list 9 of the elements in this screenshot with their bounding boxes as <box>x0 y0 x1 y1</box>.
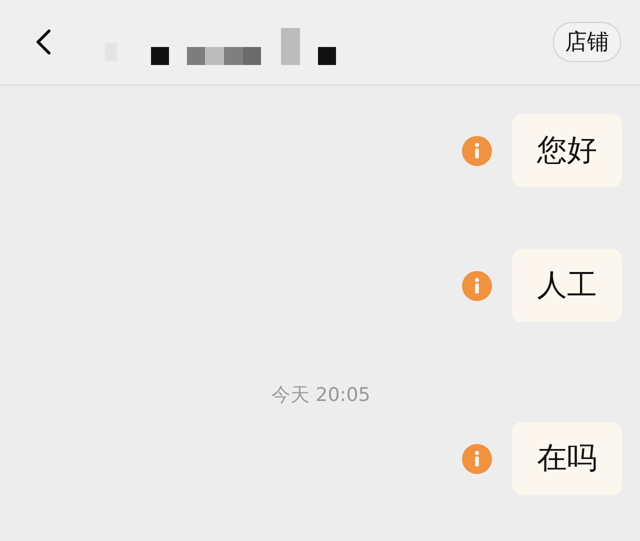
timestamp: 今天 20:05 <box>272 383 370 408</box>
info-icon[interactable] <box>462 270 492 300</box>
info-icon[interactable] <box>462 136 492 166</box>
message-bubble: 在吗 <box>512 422 622 495</box>
message-bubble: 您好 <box>512 114 622 187</box>
back-icon[interactable] <box>34 29 52 55</box>
shop-button[interactable]: 店铺 <box>553 22 621 62</box>
message-bubble: 人工 <box>512 249 622 322</box>
info-icon[interactable] <box>462 444 492 474</box>
